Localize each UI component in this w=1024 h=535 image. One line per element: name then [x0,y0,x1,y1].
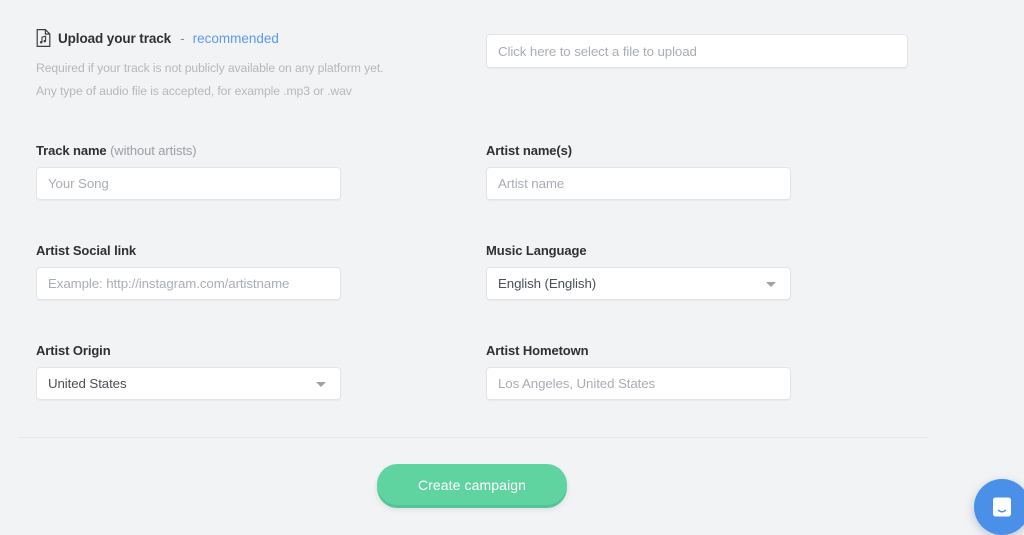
artist-names-label: Artist name(s) [486,143,791,158]
artist-origin-label: Artist Origin [36,343,341,358]
file-upload-dropzone[interactable]: Click here to select a file to upload [486,34,908,68]
artist-social-link-label: Artist Social link [36,243,341,258]
artist-origin-value: United States [37,376,127,391]
upload-title-dash: - [180,31,185,46]
intercom-chat-icon[interactable] [974,479,1024,535]
track-name-label-sub: (without artists) [110,143,196,158]
chevron-down-icon [316,382,326,387]
artist-social-link-input[interactable]: Example: http://instagram.com/artistname [36,267,341,300]
artist-names-placeholder: Artist name [487,176,564,191]
artist-hometown-label: Artist Hometown [486,343,791,358]
artist-hometown-placeholder: Los Angeles, United States [487,376,655,391]
artist-names-input[interactable]: Artist name [486,167,791,200]
music-language-value: English (English) [487,276,596,291]
chevron-down-icon [766,282,776,287]
form-divider [18,437,928,438]
upload-track-heading: Upload your track - recommended [36,28,456,48]
form-footer: Create campaign [0,464,944,505]
field-artist-origin: Artist Origin United States [36,343,341,400]
music-language-select[interactable]: English (English) [486,267,791,300]
field-artist-social-link: Artist Social link Example: http://insta… [36,243,341,300]
artist-hometown-input[interactable]: Los Angeles, United States [486,367,791,400]
upload-helper-line-1: Required if your track is not publicly a… [36,61,456,75]
track-name-label: Track name (without artists) [36,143,341,158]
track-name-placeholder: Your Song [37,176,109,191]
upload-track-section: Upload your track - recommended Required… [36,28,456,98]
recommended-link[interactable]: recommended [193,31,279,46]
file-music-icon [36,29,51,47]
track-name-input[interactable]: Your Song [36,167,341,200]
upload-helper-line-2: Any type of audio file is accepted, for … [36,84,456,98]
campaign-form-page: Upload your track - recommended Required… [0,0,1024,523]
field-music-language: Music Language English (English) [486,243,791,300]
field-artist-names: Artist name(s) Artist name [486,143,791,200]
music-language-label: Music Language [486,243,791,258]
file-upload-placeholder: Click here to select a file to upload [487,44,697,59]
upload-track-title: Upload your track [58,31,171,46]
field-track-name: Track name (without artists) Your Song [36,143,341,200]
artist-social-link-placeholder: Example: http://instagram.com/artistname [37,276,289,291]
field-artist-hometown: Artist Hometown Los Angeles, United Stat… [486,343,791,400]
artist-origin-select[interactable]: United States [36,367,341,400]
create-campaign-button[interactable]: Create campaign [377,464,567,505]
track-name-label-main: Track name [36,143,107,158]
